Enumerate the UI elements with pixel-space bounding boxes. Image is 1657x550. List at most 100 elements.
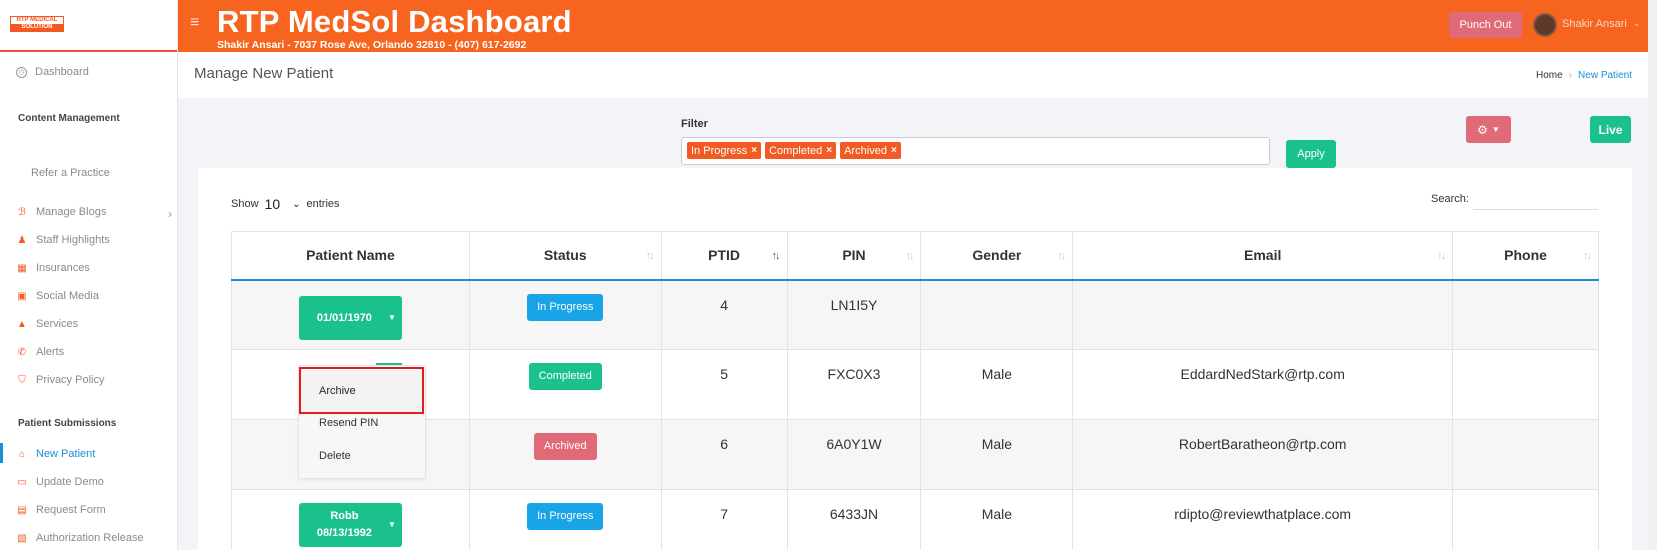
- entries-select[interactable]: 10 ⌄: [265, 196, 301, 212]
- cell-gender: Male: [920, 489, 1074, 550]
- entries-control: Show 10 ⌄ entries: [231, 196, 340, 212]
- sidebar-item-alerts[interactable]: ✆ Alerts: [16, 346, 64, 358]
- app-subtitle: Shakir Ansari - 7037 Rose Ave, Orlando 3…: [217, 39, 527, 51]
- release-icon: ▧: [17, 532, 27, 544]
- filter-chip[interactable]: Completed ×: [765, 142, 837, 159]
- patient-dob: 08/13/1992: [316, 527, 372, 539]
- live-button[interactable]: Live: [1590, 116, 1631, 143]
- menu-item-delete[interactable]: Delete: [319, 450, 351, 462]
- sidebar-item-refer[interactable]: Refer a Practice: [31, 167, 110, 179]
- sidebar-item-label: Manage Blogs: [36, 206, 107, 218]
- breadcrumb-home[interactable]: Home: [1536, 70, 1563, 81]
- user-name[interactable]: Shakir Ansari: [1562, 18, 1627, 30]
- sidebar-item-authorization-release[interactable]: ▧ Authorization Release: [16, 532, 144, 544]
- header-label: PIN: [842, 247, 866, 264]
- status-badge: Archived: [533, 433, 597, 460]
- patient-action-button[interactable]: 01/01/1970 ▼: [298, 296, 402, 340]
- cell-phone: [1452, 349, 1599, 420]
- column-header-email[interactable]: Email ↑↓: [1072, 231, 1454, 281]
- table-row: Robb 08/13/1992 ▼ In Progress 7 6433JN Ma…: [231, 489, 1599, 550]
- patient-action-button[interactable]: Robb 08/13/1992 ▼: [298, 503, 402, 547]
- cell-phone: [1452, 279, 1599, 350]
- sidebar-item-label: Social Media: [36, 290, 99, 302]
- id-card-icon: ▭: [17, 476, 27, 488]
- column-header-patient-name[interactable]: Patient Name: [231, 231, 470, 281]
- column-header-pin[interactable]: PIN ↑↓: [786, 231, 922, 281]
- cell-pin: 6A0Y1W: [786, 419, 922, 490]
- header-label: Patient Name: [306, 247, 395, 264]
- cell-pin: 6433JN: [786, 489, 922, 550]
- filter-chip[interactable]: Archived ×: [840, 142, 901, 159]
- sidebar-item-privacy-policy[interactable]: ⛉ Privacy Policy: [16, 374, 104, 386]
- entries-label: entries: [306, 198, 340, 210]
- header-label: Email: [1244, 247, 1282, 264]
- cell-email: RobertBaratheon@rtp.com: [1072, 419, 1454, 490]
- chevron-down-icon: ⌄: [292, 198, 301, 210]
- menu-item-resend-pin[interactable]: Resend PIN: [319, 417, 378, 429]
- remove-icon[interactable]: ×: [891, 145, 897, 156]
- header-label: Status: [543, 247, 587, 264]
- status-badge: In Progress: [527, 293, 604, 321]
- cell-phone: [1452, 419, 1599, 490]
- cell-gender: Male: [920, 349, 1074, 420]
- shield-icon: ⛉: [18, 374, 26, 386]
- sidebar-item-update-demo[interactable]: ▭ Update Demo: [16, 476, 104, 488]
- remove-icon[interactable]: ×: [751, 145, 757, 156]
- sidebar-item-request-form[interactable]: ▤ Request Form: [16, 504, 106, 516]
- column-header-gender[interactable]: Gender ↑↓: [920, 231, 1074, 281]
- caret-down-icon: ▼: [387, 520, 396, 529]
- sidebar-item-label: Authorization Release: [36, 532, 144, 544]
- hamburger-menu-icon[interactable]: ≡: [190, 14, 199, 32]
- cell-patient-name: 01/01/1970 ▼: [231, 279, 470, 350]
- sidebar-item-social-media[interactable]: ▣ Social Media: [16, 290, 99, 302]
- filter-input[interactable]: In Progress × Completed × Archived ×: [681, 137, 1270, 165]
- cell-phone: [1452, 489, 1599, 550]
- sidebar-item-services[interactable]: ▲ Services: [16, 318, 78, 330]
- social-icon: ▣: [17, 290, 27, 302]
- search-label: Search:: [1431, 193, 1469, 205]
- column-header-ptid[interactable]: PTID ↑↓: [660, 231, 788, 281]
- sidebar-item-manage-blogs[interactable]: ℬ Manage Blogs: [16, 206, 106, 218]
- sidebar-item-new-patient[interactable]: ⌂ New Patient: [16, 448, 95, 460]
- cell-ptid: 4: [660, 279, 788, 350]
- cell-email: rdipto@reviewthatplace.com: [1072, 489, 1454, 550]
- apply-button[interactable]: Apply: [1286, 140, 1336, 168]
- menu-item-archive-label[interactable]: Archive: [319, 385, 356, 397]
- logo[interactable]: RTP MEDICAL SOLUTION: [0, 0, 177, 52]
- page-scrollbar[interactable]: [1648, 0, 1657, 550]
- avatar[interactable]: [1533, 13, 1557, 37]
- patient-submissions-heading: Patient Submissions: [18, 418, 117, 429]
- column-header-status[interactable]: Status ↑↓: [468, 231, 662, 281]
- patient-name: Robb: [330, 510, 359, 522]
- cell-pin: FXC0X3: [786, 349, 922, 420]
- sidebar-item-label: Insurances: [36, 262, 90, 274]
- chevron-right-icon[interactable]: ›: [168, 207, 172, 221]
- top-bar: ≡ RTP MedSol Dashboard Shakir Ansari - 7…: [178, 0, 1657, 52]
- sidebar: RTP MEDICAL SOLUTION: [0, 0, 178, 550]
- cell-status: Archived: [468, 419, 662, 490]
- chevron-down-icon[interactable]: ⌄: [1633, 18, 1641, 29]
- services-icon: ▲: [17, 318, 27, 330]
- page-header: Manage New Patient Home › New Patient: [178, 52, 1648, 98]
- cell-pin: LN1I5Y: [786, 279, 922, 350]
- chip-label: Archived: [844, 144, 887, 157]
- table-row: 01/01/1970 ▼ In Progress 4 LN1I5Y: [231, 279, 1599, 350]
- form-icon: ▤: [17, 504, 27, 516]
- home-icon: ⌂: [18, 448, 26, 460]
- settings-dropdown-button[interactable]: ⚙ ▼: [1466, 116, 1511, 143]
- sidebar-item-dashboard[interactable]: ◷ Dashboard: [16, 66, 89, 78]
- filter-chip[interactable]: In Progress ×: [687, 142, 762, 159]
- sidebar-item-label: Request Form: [36, 504, 106, 516]
- sidebar-item-label: Services: [36, 318, 79, 330]
- column-header-phone[interactable]: Phone ↑↓: [1452, 231, 1599, 281]
- phone-icon: ✆: [17, 346, 27, 358]
- sidebar-item-insurances[interactable]: ▦ Insurances: [16, 262, 90, 274]
- cell-ptid: 7: [660, 489, 788, 550]
- filter-label: Filter: [681, 118, 708, 130]
- chip-label: Completed: [769, 144, 823, 157]
- punch-out-button[interactable]: Punch Out: [1449, 12, 1522, 38]
- search-input[interactable]: [1473, 188, 1598, 210]
- remove-icon[interactable]: ×: [826, 145, 832, 156]
- chip-label: In Progress: [691, 144, 748, 157]
- sidebar-item-staff-highlights[interactable]: ♟ Staff Highlights: [16, 234, 110, 246]
